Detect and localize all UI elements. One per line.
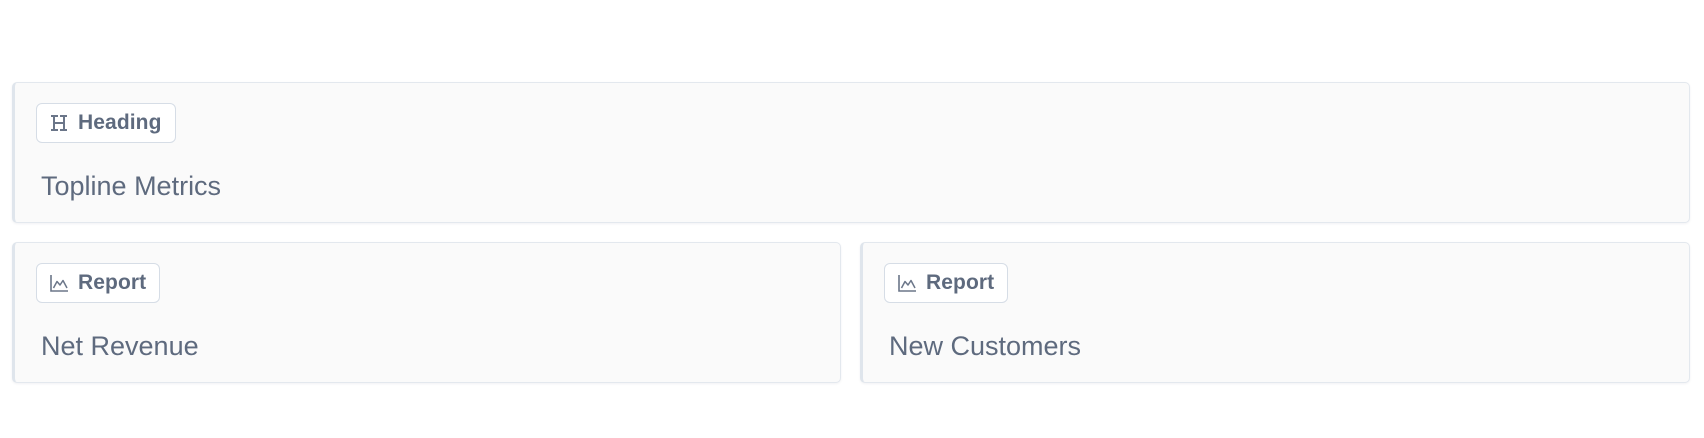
report-card-new-customers[interactable]: Report New Customers <box>860 242 1690 383</box>
report-type-badge: Report <box>884 263 1009 303</box>
heading-icon <box>49 113 69 133</box>
card-title: Net Revenue <box>41 331 199 361</box>
report-card-net-revenue[interactable]: Report Net Revenue <box>12 242 841 383</box>
dashboard-canvas: Heading Topline Metrics Report Net Reven… <box>0 0 1704 438</box>
card-title: Topline Metrics <box>41 171 222 201</box>
badge-label: Report <box>78 271 147 294</box>
heading-card[interactable]: Heading Topline Metrics <box>12 82 1690 223</box>
area-chart-icon <box>49 273 69 293</box>
heading-type-badge: Heading <box>36 103 176 143</box>
area-chart-icon <box>897 273 917 293</box>
card-title: New Customers <box>889 331 1082 361</box>
report-type-badge: Report <box>36 263 161 303</box>
badge-label: Report <box>926 271 995 294</box>
badge-label: Heading <box>78 111 162 134</box>
